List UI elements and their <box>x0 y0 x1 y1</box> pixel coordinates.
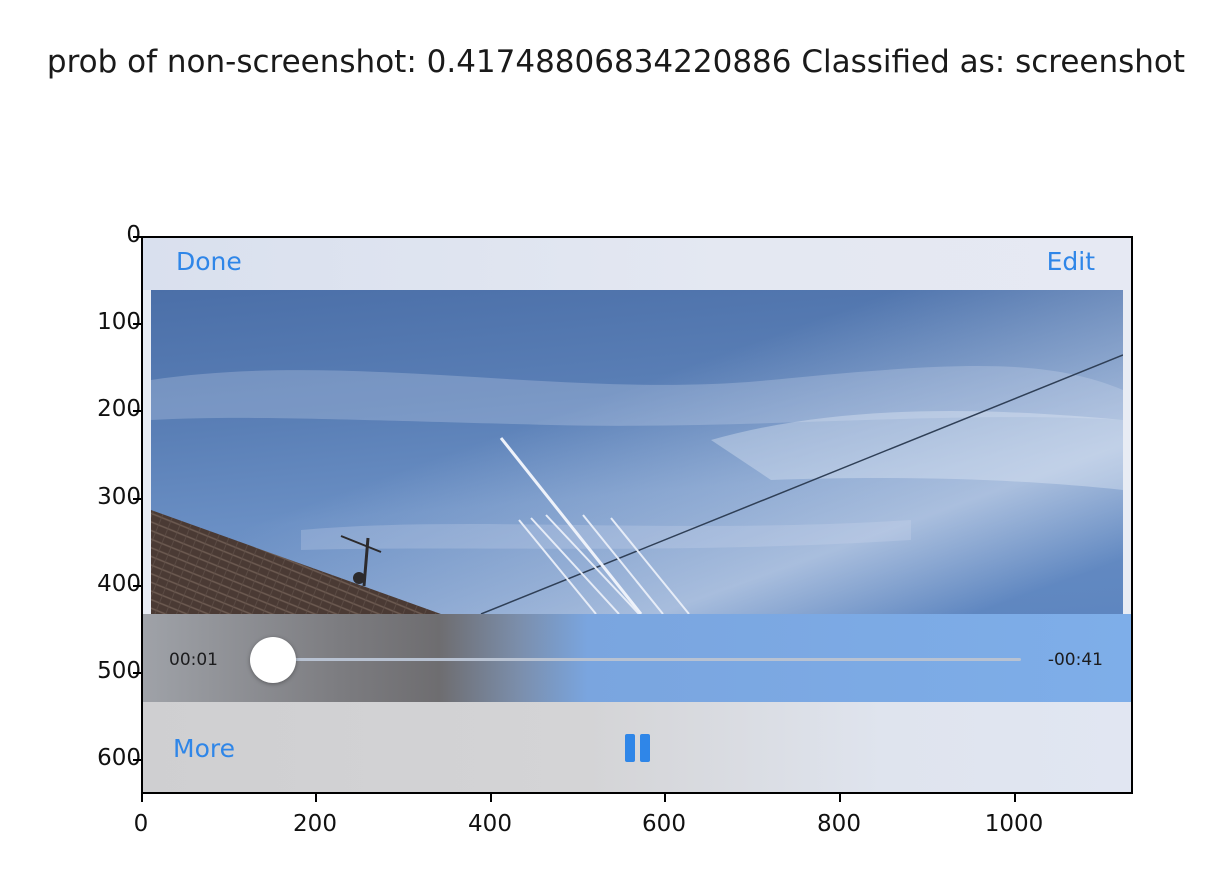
more-button[interactable]: More <box>173 734 235 763</box>
y-tick-label: 500 <box>97 658 141 684</box>
playback-controls: 00:01 -00:41 <box>143 614 1131 702</box>
video-scene <box>151 354 1123 614</box>
y-tick-label: 0 <box>126 222 141 248</box>
y-tick-label: 100 <box>97 309 141 335</box>
x-tick-label: 1000 <box>984 811 1044 837</box>
pause-icon[interactable] <box>625 734 651 762</box>
x-tick-mark <box>490 794 492 802</box>
y-tick-mark <box>133 498 141 500</box>
pause-bar-left <box>625 734 635 762</box>
pause-bar-right <box>640 734 650 762</box>
figure-title: prob of non-screenshot: 0.41748806834220… <box>46 44 1186 80</box>
y-tick-mark <box>133 323 141 325</box>
y-tick-label: 400 <box>97 571 141 597</box>
x-tick-mark <box>315 794 317 802</box>
y-tick-label: 300 <box>97 484 141 510</box>
x-tick-mark <box>141 794 143 802</box>
y-tick-label: 200 <box>97 396 141 422</box>
antenna-dish <box>353 572 365 584</box>
scrubber-thumb[interactable] <box>250 637 297 683</box>
y-tick-mark <box>133 410 141 412</box>
video-frame[interactable] <box>151 290 1123 614</box>
y-tick-mark <box>133 672 141 674</box>
x-tick-label: 400 <box>468 811 512 837</box>
y-tick-mark <box>133 236 141 238</box>
elapsed-time: 00:01 <box>169 650 218 670</box>
x-tick-mark <box>839 794 841 802</box>
navigation-bar: Done Edit <box>143 238 1131 290</box>
x-tick-label: 600 <box>642 811 686 837</box>
remaining-time: -00:41 <box>1047 650 1103 670</box>
done-button[interactable]: Done <box>176 247 242 276</box>
scrubber-track[interactable] <box>255 658 1021 661</box>
edit-button[interactable]: Edit <box>1047 247 1095 276</box>
x-tick-label: 800 <box>817 811 861 837</box>
y-tick-mark <box>133 759 141 761</box>
bottom-toolbar: More <box>143 702 1131 792</box>
x-tick-label: 0 <box>133 811 149 837</box>
x-tick-label: 200 <box>293 811 337 837</box>
plot-axes: Done Edit 00:01 -00:41 More <box>141 236 1133 794</box>
x-tick-mark <box>1014 794 1016 802</box>
cloud-band <box>301 520 911 550</box>
x-tick-mark <box>664 794 666 802</box>
y-tick-label: 600 <box>97 745 141 771</box>
y-tick-mark <box>133 585 141 587</box>
